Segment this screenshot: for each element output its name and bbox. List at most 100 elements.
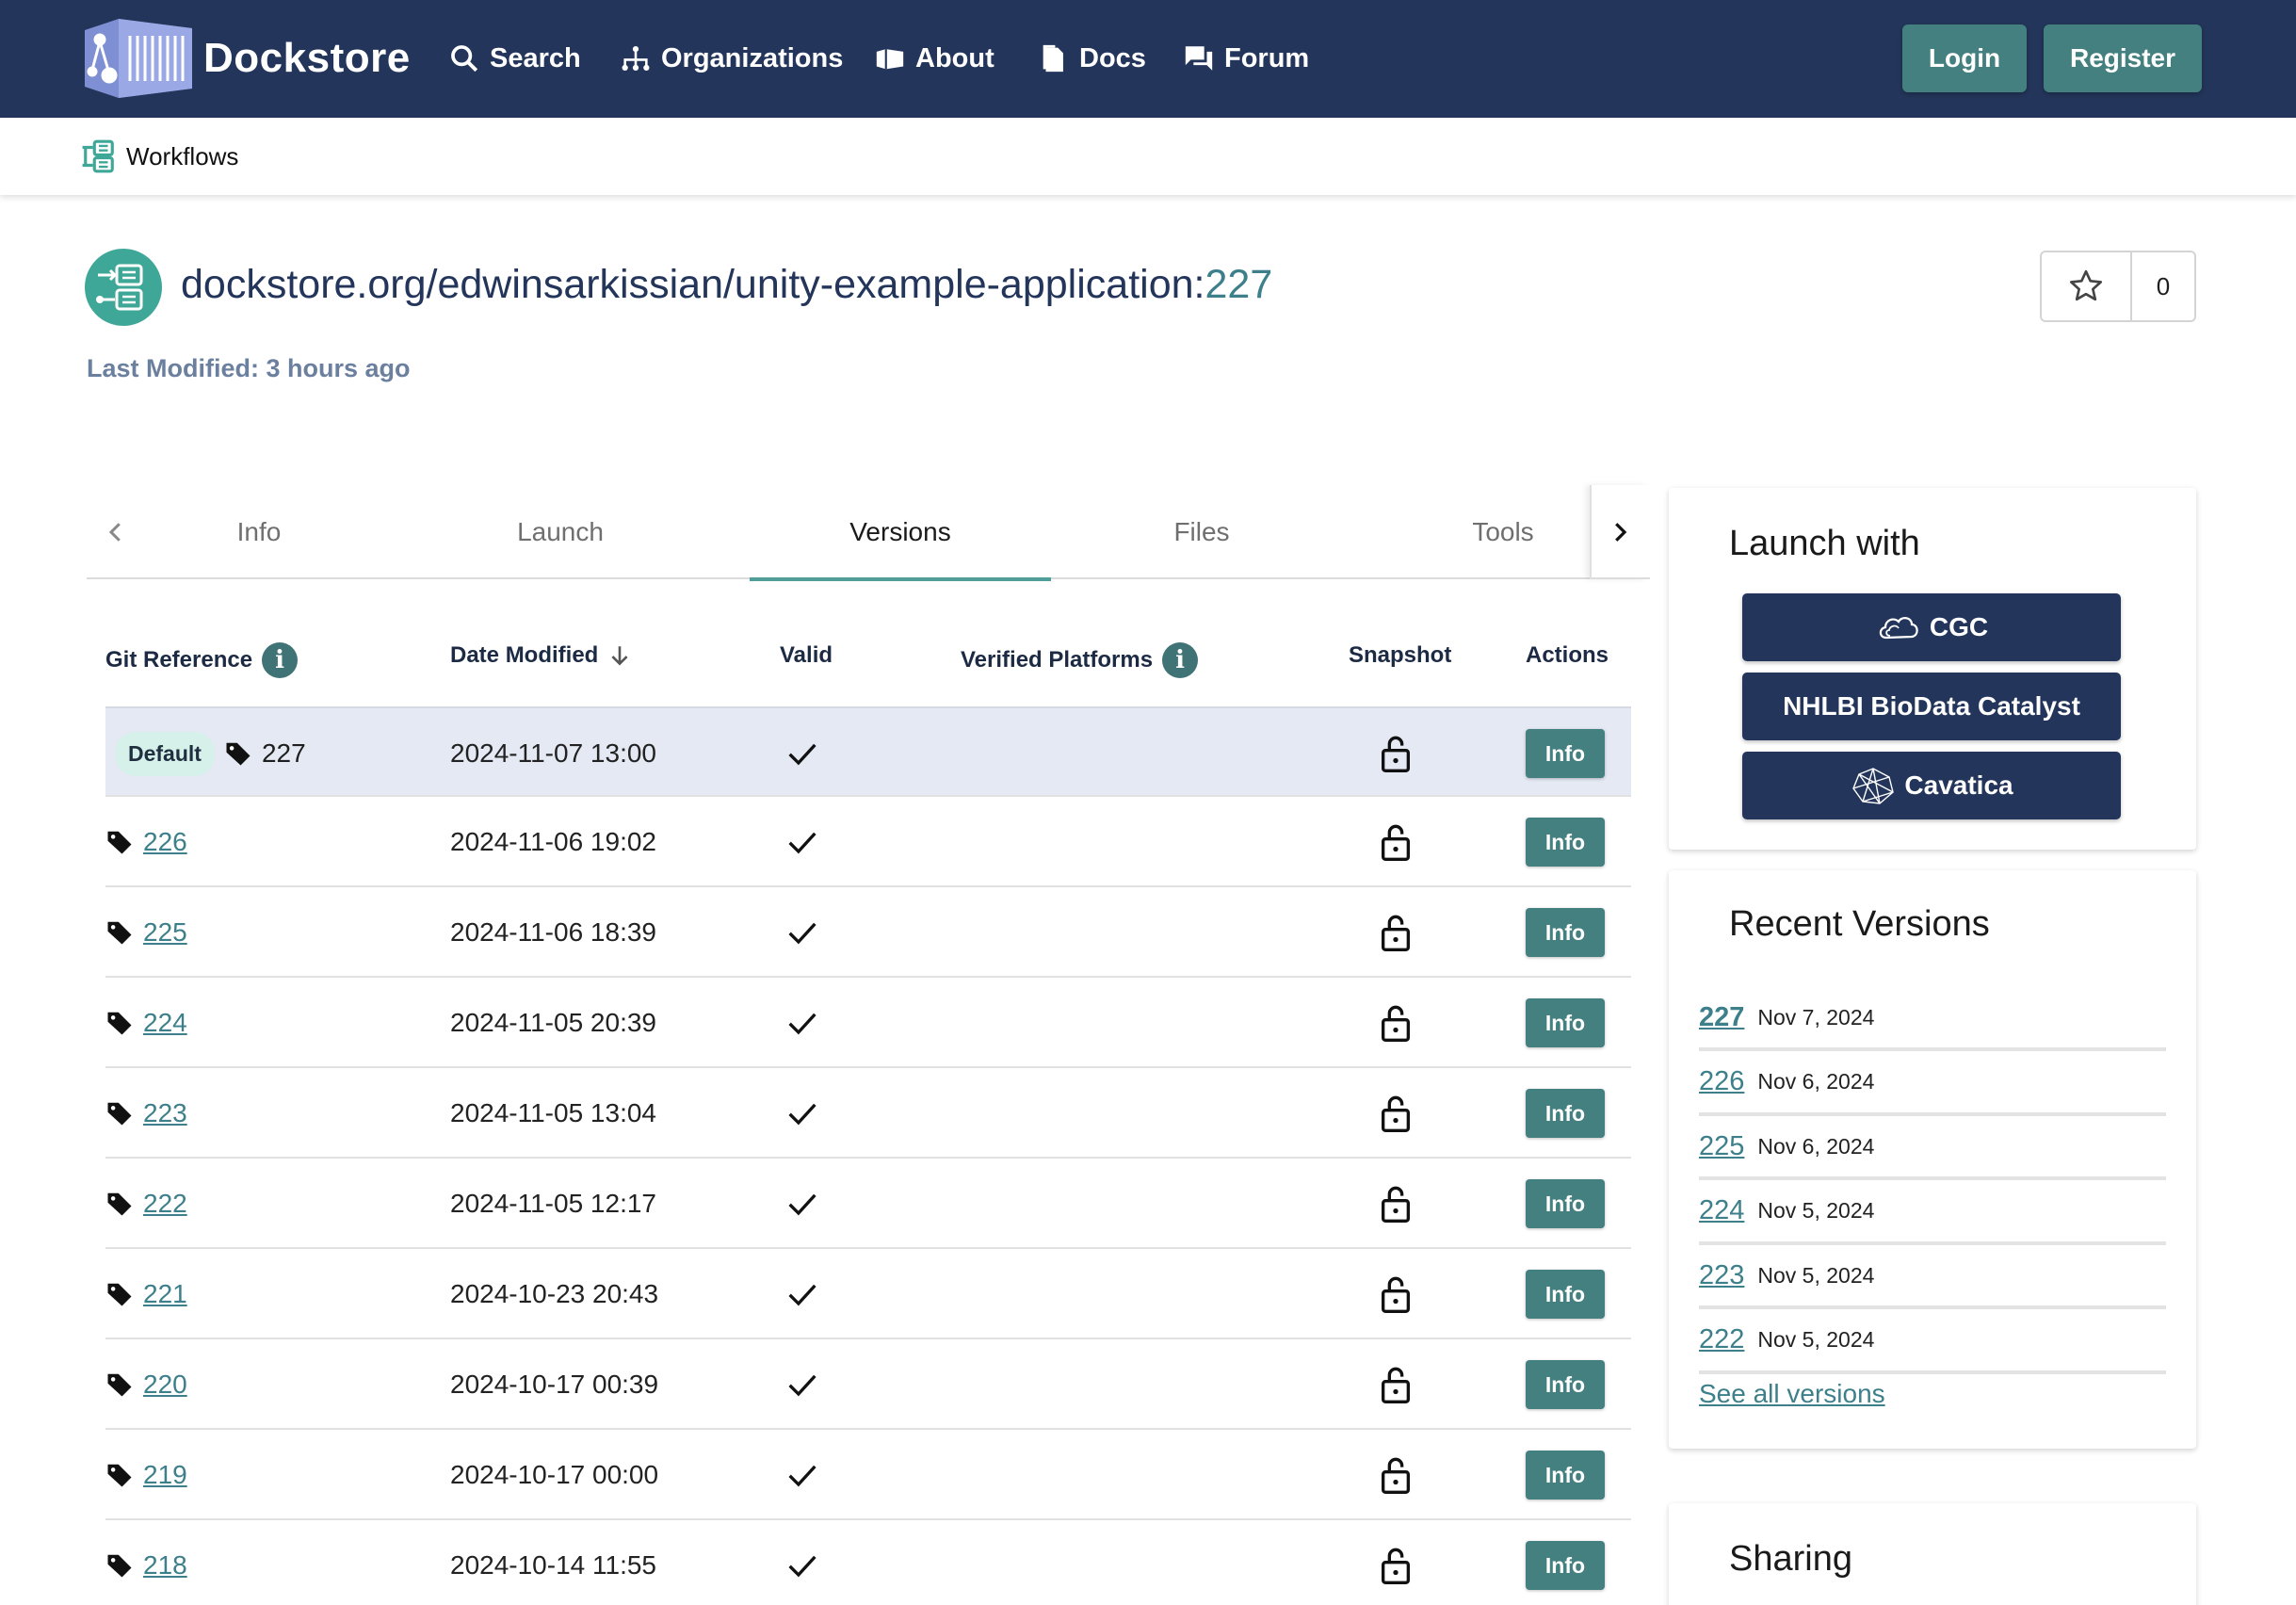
nav-search[interactable]: Search xyxy=(448,38,581,79)
info-button[interactable]: Info xyxy=(1526,818,1605,867)
default-badge: Default xyxy=(115,731,215,776)
header-actions: Actions xyxy=(1526,642,1609,668)
info-button[interactable]: Info xyxy=(1526,1089,1605,1138)
valid-cell xyxy=(784,708,821,799)
git-reference-link[interactable]: 224 xyxy=(143,1008,187,1038)
header-date-modified[interactable]: Date Modified xyxy=(450,642,632,669)
git-reference-link[interactable]: 220 xyxy=(143,1370,187,1400)
valid-cell xyxy=(784,1159,821,1249)
tab-info[interactable]: Info xyxy=(108,485,410,579)
info-button[interactable]: Info xyxy=(1526,1451,1605,1500)
sort-arrow-down-icon xyxy=(611,646,628,666)
cloud-icon xyxy=(1879,617,1918,640)
header-git-reference-label: Git Reference xyxy=(105,647,253,673)
date-modified-cell: 2024-11-06 19:02 xyxy=(450,827,656,856)
launch-cavatica-button[interactable]: Cavatica xyxy=(1742,752,2121,819)
dockstore-logo[interactable]: Dockstore xyxy=(81,17,411,100)
recent-version-link[interactable]: 225 xyxy=(1699,1131,1744,1162)
workflow-path: dockstore.org/edwinsarkissian/unity-exam… xyxy=(181,262,1205,307)
nav-docs-label: Docs xyxy=(1079,42,1146,73)
check-icon xyxy=(788,1465,817,1487)
launch-with-card: Launch with CGC NHLBI BioData Catalyst C… xyxy=(1669,488,2196,850)
nav-organizations-label: Organizations xyxy=(661,42,844,73)
tab-versions[interactable]: Versions xyxy=(750,485,1051,581)
nav-organizations[interactable]: Organizations xyxy=(620,38,843,79)
recent-version-date: Nov 5, 2024 xyxy=(1757,1198,1875,1223)
star-widget: 0 xyxy=(2040,251,2196,322)
recent-version-item: 224 Nov 5, 2024 xyxy=(1699,1181,2166,1245)
git-reference-link[interactable]: 223 xyxy=(143,1098,187,1128)
cavatica-icon xyxy=(1852,768,1895,804)
info-button[interactable]: Info xyxy=(1526,908,1605,957)
snapshot-cell[interactable] xyxy=(1377,887,1415,978)
snapshot-cell[interactable] xyxy=(1377,1520,1415,1605)
valid-cell xyxy=(784,1068,821,1159)
actions-cell: Info xyxy=(1526,1430,1605,1520)
tab-files[interactable]: Files xyxy=(1051,485,1352,579)
info-button[interactable]: Info xyxy=(1526,998,1605,1047)
info-button[interactable]: Info xyxy=(1526,1179,1605,1228)
snapshot-cell[interactable] xyxy=(1377,1159,1415,1249)
snapshot-cell[interactable] xyxy=(1377,708,1415,799)
last-modified: Last Modified: 3 hours ago xyxy=(87,354,411,382)
git-reference-link[interactable]: 219 xyxy=(143,1460,187,1490)
recent-version-link[interactable]: 227 xyxy=(1699,1002,1744,1033)
recent-version-link[interactable]: 226 xyxy=(1699,1066,1744,1097)
recent-version-link[interactable]: 223 xyxy=(1699,1260,1744,1291)
snapshot-cell[interactable] xyxy=(1377,1339,1415,1430)
date-modified-cell: 2024-11-06 18:39 xyxy=(450,917,656,947)
nav-docs[interactable]: Docs xyxy=(1038,38,1146,79)
header-verified-platforms-label: Verified Platforms xyxy=(961,647,1154,673)
nav-about[interactable]: About xyxy=(874,38,994,79)
launch-cgc-button[interactable]: CGC xyxy=(1742,593,2121,661)
recent-version-link[interactable]: 222 xyxy=(1699,1324,1744,1355)
date-modified-cell: 2024-10-14 11:55 xyxy=(450,1550,656,1580)
header-git-reference[interactable]: Git Reference i xyxy=(105,642,299,678)
info-icon[interactable]: i xyxy=(1162,642,1199,678)
snapshot-cell[interactable] xyxy=(1377,978,1415,1068)
recent-versions-title: Recent Versions xyxy=(1729,904,1990,944)
unlocked-icon xyxy=(1382,824,1410,861)
info-button[interactable]: Info xyxy=(1526,1541,1605,1590)
tab-launch[interactable]: Launch xyxy=(410,485,711,579)
info-button[interactable]: Info xyxy=(1526,729,1605,778)
valid-cell xyxy=(784,1249,821,1339)
snapshot-cell[interactable] xyxy=(1377,1068,1415,1159)
info-button[interactable]: Info xyxy=(1526,1270,1605,1319)
snapshot-cell[interactable] xyxy=(1377,1249,1415,1339)
header-snapshot: Snapshot xyxy=(1349,642,1452,668)
table-row: 224 2024-11-05 20:39 Info xyxy=(105,978,1631,1068)
info-icon[interactable]: i xyxy=(262,642,299,678)
see-all-versions-link[interactable]: See all versions xyxy=(1699,1379,1885,1409)
register-button[interactable]: Register xyxy=(2044,24,2202,92)
snapshot-cell[interactable] xyxy=(1377,797,1415,887)
git-reference-link[interactable]: 226 xyxy=(143,827,187,857)
git-reference-link[interactable]: 218 xyxy=(143,1550,187,1581)
check-icon xyxy=(788,1193,817,1216)
check-icon xyxy=(788,832,817,854)
recent-version-link[interactable]: 224 xyxy=(1699,1195,1744,1226)
unlocked-icon xyxy=(1382,1276,1410,1313)
git-reference-link[interactable]: 225 xyxy=(143,917,187,948)
nav-forum[interactable]: Forum xyxy=(1183,38,1309,79)
recent-version-date: Nov 6, 2024 xyxy=(1757,1133,1875,1159)
breadcrumb-workflows[interactable]: Workflows xyxy=(81,138,238,174)
info-button[interactable]: Info xyxy=(1526,1360,1605,1409)
login-button[interactable]: Login xyxy=(1902,24,2027,92)
git-reference-cell: 220 xyxy=(105,1339,187,1430)
header-verified-platforms[interactable]: Verified Platforms i xyxy=(961,642,1199,678)
forum-icon xyxy=(1185,46,1213,71)
star-button[interactable] xyxy=(2042,252,2132,320)
git-reference-cell: 219 xyxy=(105,1430,187,1520)
actions-cell: Info xyxy=(1526,1520,1605,1605)
unlocked-icon xyxy=(1382,736,1410,772)
table-row: 221 2024-10-23 20:43 Info xyxy=(105,1249,1631,1339)
snapshot-cell[interactable] xyxy=(1377,1430,1415,1520)
recent-version-item: 222 Nov 5, 2024 xyxy=(1699,1310,2166,1374)
actions-cell: Info xyxy=(1526,978,1605,1068)
dockstore-logo-icon xyxy=(85,19,192,98)
tab-scroll-right[interactable] xyxy=(1590,485,1648,579)
git-reference-link[interactable]: 221 xyxy=(143,1279,187,1309)
launch-biodata-catalyst-button[interactable]: NHLBI BioData Catalyst xyxy=(1742,673,2121,740)
git-reference-link[interactable]: 222 xyxy=(143,1189,187,1219)
